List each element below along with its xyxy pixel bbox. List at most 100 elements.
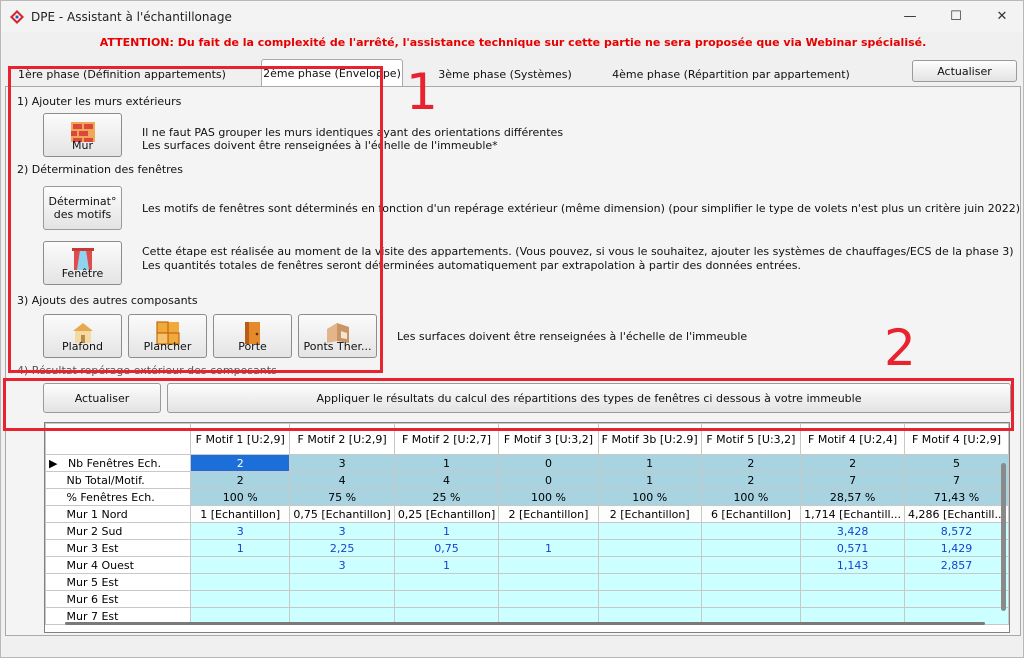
grid-cell[interactable] [289,573,395,591]
row-label: Nb Total/Motif. [66,473,145,487]
grid-cell[interactable]: 1 [597,471,702,489]
grid-cell[interactable] [597,556,702,574]
grid-cell[interactable]: 0,75 [393,539,500,557]
grid-cell[interactable]: 1 [393,522,500,540]
row-header[interactable]: Nb Total/Motif. [45,471,191,489]
grid-cell[interactable]: 7 [904,471,1009,489]
row-header[interactable]: Mur 4 Ouest [45,556,191,574]
grid-cell[interactable]: 2 [189,454,291,472]
grid-cell[interactable]: 2,25 [289,539,395,557]
grid-cell[interactable] [800,573,906,591]
grid-cell[interactable]: 2,857 [904,556,1009,574]
horizontal-scrollbar[interactable] [65,622,985,625]
grid-cell[interactable]: 100 % [700,488,802,506]
row-label: Mur 2 Sud [66,524,123,538]
grid-cell[interactable]: 4 [393,471,500,489]
row-header[interactable]: Mur 2 Sud [45,522,191,540]
grid-cell[interactable] [289,590,395,608]
grid-cell[interactable] [597,590,702,608]
app-logo-icon [10,10,24,24]
grid-cell[interactable]: 0,571 [800,539,906,557]
vertical-scrollbar[interactable] [1001,463,1006,611]
grid-cell[interactable] [597,522,702,540]
grid-cell[interactable]: 75 % [289,488,395,506]
row-header[interactable]: Mur 3 Est [45,539,191,557]
grid-cell[interactable]: 1,429 [904,539,1009,557]
grid-cell[interactable]: 3 [289,454,395,472]
row-header[interactable]: Mur 1 Nord [45,505,191,523]
row-header[interactable]: % Fenêtres Ech. [45,488,191,506]
grid-cell[interactable]: 28,57 % [800,488,906,506]
grid-cell[interactable] [700,573,802,591]
maximize-button[interactable]: ☐ [933,1,979,32]
grid-cell[interactable]: 2 [Echantillon] [597,505,702,523]
grid-cell[interactable]: 1 [393,454,500,472]
grid-cell[interactable]: 2 [700,454,802,472]
grid-cell[interactable] [189,573,291,591]
grid-cell[interactable]: 0 [498,471,599,489]
close-button[interactable]: ✕ [979,1,1024,32]
table-row: ▶ Nb Fenêtres Ech. 2 3 1 0 1 2 2 5 [45,454,1009,472]
grid-cell[interactable] [189,590,291,608]
row-header[interactable]: Mur 6 Est [45,590,191,608]
grid-cell[interactable]: 3 [289,556,395,574]
table-row: Mur 6 Est [45,590,1009,608]
grid-cell[interactable]: 1,143 [800,556,906,574]
grid-cell[interactable]: 1,714 [Echantill... [800,505,906,523]
grid-cell[interactable]: 25 % [393,488,500,506]
grid-cell[interactable]: 1 [393,556,500,574]
grid-cell[interactable]: 3,428 [800,522,906,540]
grid-cell[interactable]: 3 [189,522,291,540]
grid-cell[interactable]: 1 [597,454,702,472]
grid-cell[interactable]: 8,572 [904,522,1009,540]
grid-cell[interactable] [904,590,1009,608]
grid-cell[interactable] [597,539,702,557]
grid-cell[interactable]: 2 [189,471,291,489]
grid-cell[interactable] [800,590,906,608]
grid-cell[interactable]: 0,75 [Echantillon] [289,505,395,523]
grid-cell[interactable]: 0 [498,454,599,472]
grid-cell[interactable]: 1 [498,539,599,557]
grid-cell[interactable] [498,573,599,591]
grid-cell[interactable]: 2 [Echantillon] [498,505,599,523]
maximize-icon: ☐ [950,9,962,24]
row-header[interactable]: ▶ Nb Fenêtres Ech. [45,454,191,472]
actualiser-top-button[interactable]: Actualiser [912,60,1017,82]
grid-cell[interactable] [189,556,291,574]
grid-cell[interactable] [498,556,599,574]
grid-cell[interactable]: 2 [800,454,906,472]
grid-cell[interactable]: 1 [189,539,291,557]
tab-phase-4[interactable]: 4ème phase (Répartition par appartement) [611,63,851,85]
grid-cell[interactable] [904,573,1009,591]
grid-cell[interactable]: 1 [Echantillon] [189,505,291,523]
grid-cell[interactable]: 4 [289,471,395,489]
grid-cell[interactable] [700,539,802,557]
grid-cell[interactable] [597,573,702,591]
grid-cell[interactable] [498,522,599,540]
grid-cell[interactable] [700,590,802,608]
results-grid[interactable]: F Motif 1 [U:2,9] F Motif 2 [U:2,9] F Moti… [44,422,1010,633]
grid-cell[interactable] [700,522,802,540]
grid-cell[interactable]: 100 % [597,488,702,506]
grid-cell[interactable]: 5 [904,454,1009,472]
grid-cell[interactable]: 6 [Echantillon] [700,505,802,523]
table-row: Mur 1 Nord 1 [Echantillon] 0,75 [Echantill… [45,505,1009,523]
grid-cell[interactable]: 0,25 [Echantillon] [393,505,500,523]
grid-cell[interactable]: 2 [700,471,802,489]
grid-cell[interactable]: 4,286 [Echantill... [904,505,1009,523]
row-label: Mur 1 Nord [66,507,128,521]
grid-cell[interactable]: 100 % [189,488,291,506]
minimize-button[interactable]: — [887,1,933,32]
tab-phase-3[interactable]: 3ème phase (Systèmes) [425,63,585,85]
grid-cell[interactable] [393,573,500,591]
grid-cell[interactable] [700,556,802,574]
row-header[interactable]: Mur 5 Est [45,573,191,591]
grid-cell[interactable] [498,590,599,608]
results-table: F Motif 1 [U:2,9] F Motif 2 [U:2,9] F Moti… [45,423,1009,625]
grid-cell[interactable]: 3 [289,522,395,540]
grid-cell[interactable] [393,590,500,608]
grid-cell[interactable]: 71,43 % [904,488,1009,506]
grid-cell[interactable]: 7 [800,471,906,489]
grid-cell[interactable]: 100 % [498,488,599,506]
table-row: Nb Total/Motif. 2 4 4 0 1 2 7 7 [45,471,1009,489]
